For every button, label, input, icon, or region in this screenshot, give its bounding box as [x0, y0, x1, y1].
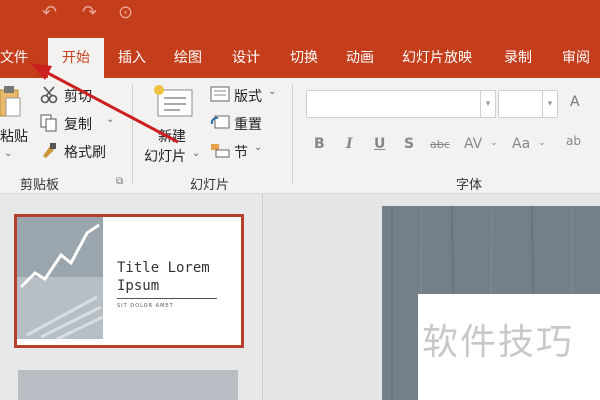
annotation-arrow	[30, 63, 179, 144]
